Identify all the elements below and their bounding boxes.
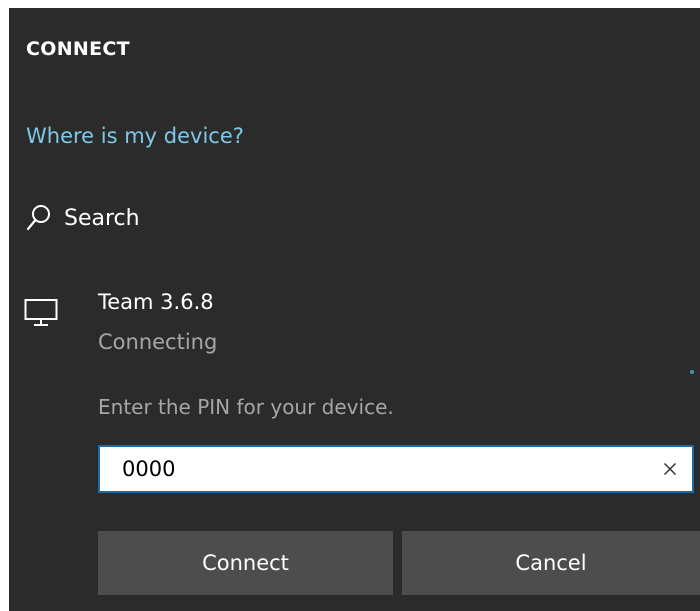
search-icon	[26, 203, 52, 233]
cancel-button-label: Cancel	[515, 551, 587, 575]
pin-input[interactable]	[100, 447, 648, 491]
where-is-my-device-link[interactable]: Where is my device?	[26, 124, 244, 148]
device-status: Connecting	[98, 330, 218, 354]
pin-field	[98, 445, 694, 493]
pin-prompt: Enter the PIN for your device.	[98, 395, 394, 419]
monitor-icon	[24, 298, 58, 328]
search-button[interactable]: Search	[26, 198, 140, 238]
close-icon	[663, 462, 677, 476]
clear-button[interactable]	[648, 447, 692, 491]
search-label: Search	[64, 205, 140, 231]
connect-button-label: Connect	[202, 551, 289, 575]
connect-panel: CONNECT Where is my device? Search Team …	[9, 8, 700, 611]
connect-button[interactable]: Connect	[98, 531, 393, 595]
panel-title: CONNECT	[26, 38, 130, 60]
cancel-button[interactable]: Cancel	[402, 531, 700, 595]
progress-dot	[690, 370, 694, 374]
device-name[interactable]: Team 3.6.8	[98, 290, 214, 314]
